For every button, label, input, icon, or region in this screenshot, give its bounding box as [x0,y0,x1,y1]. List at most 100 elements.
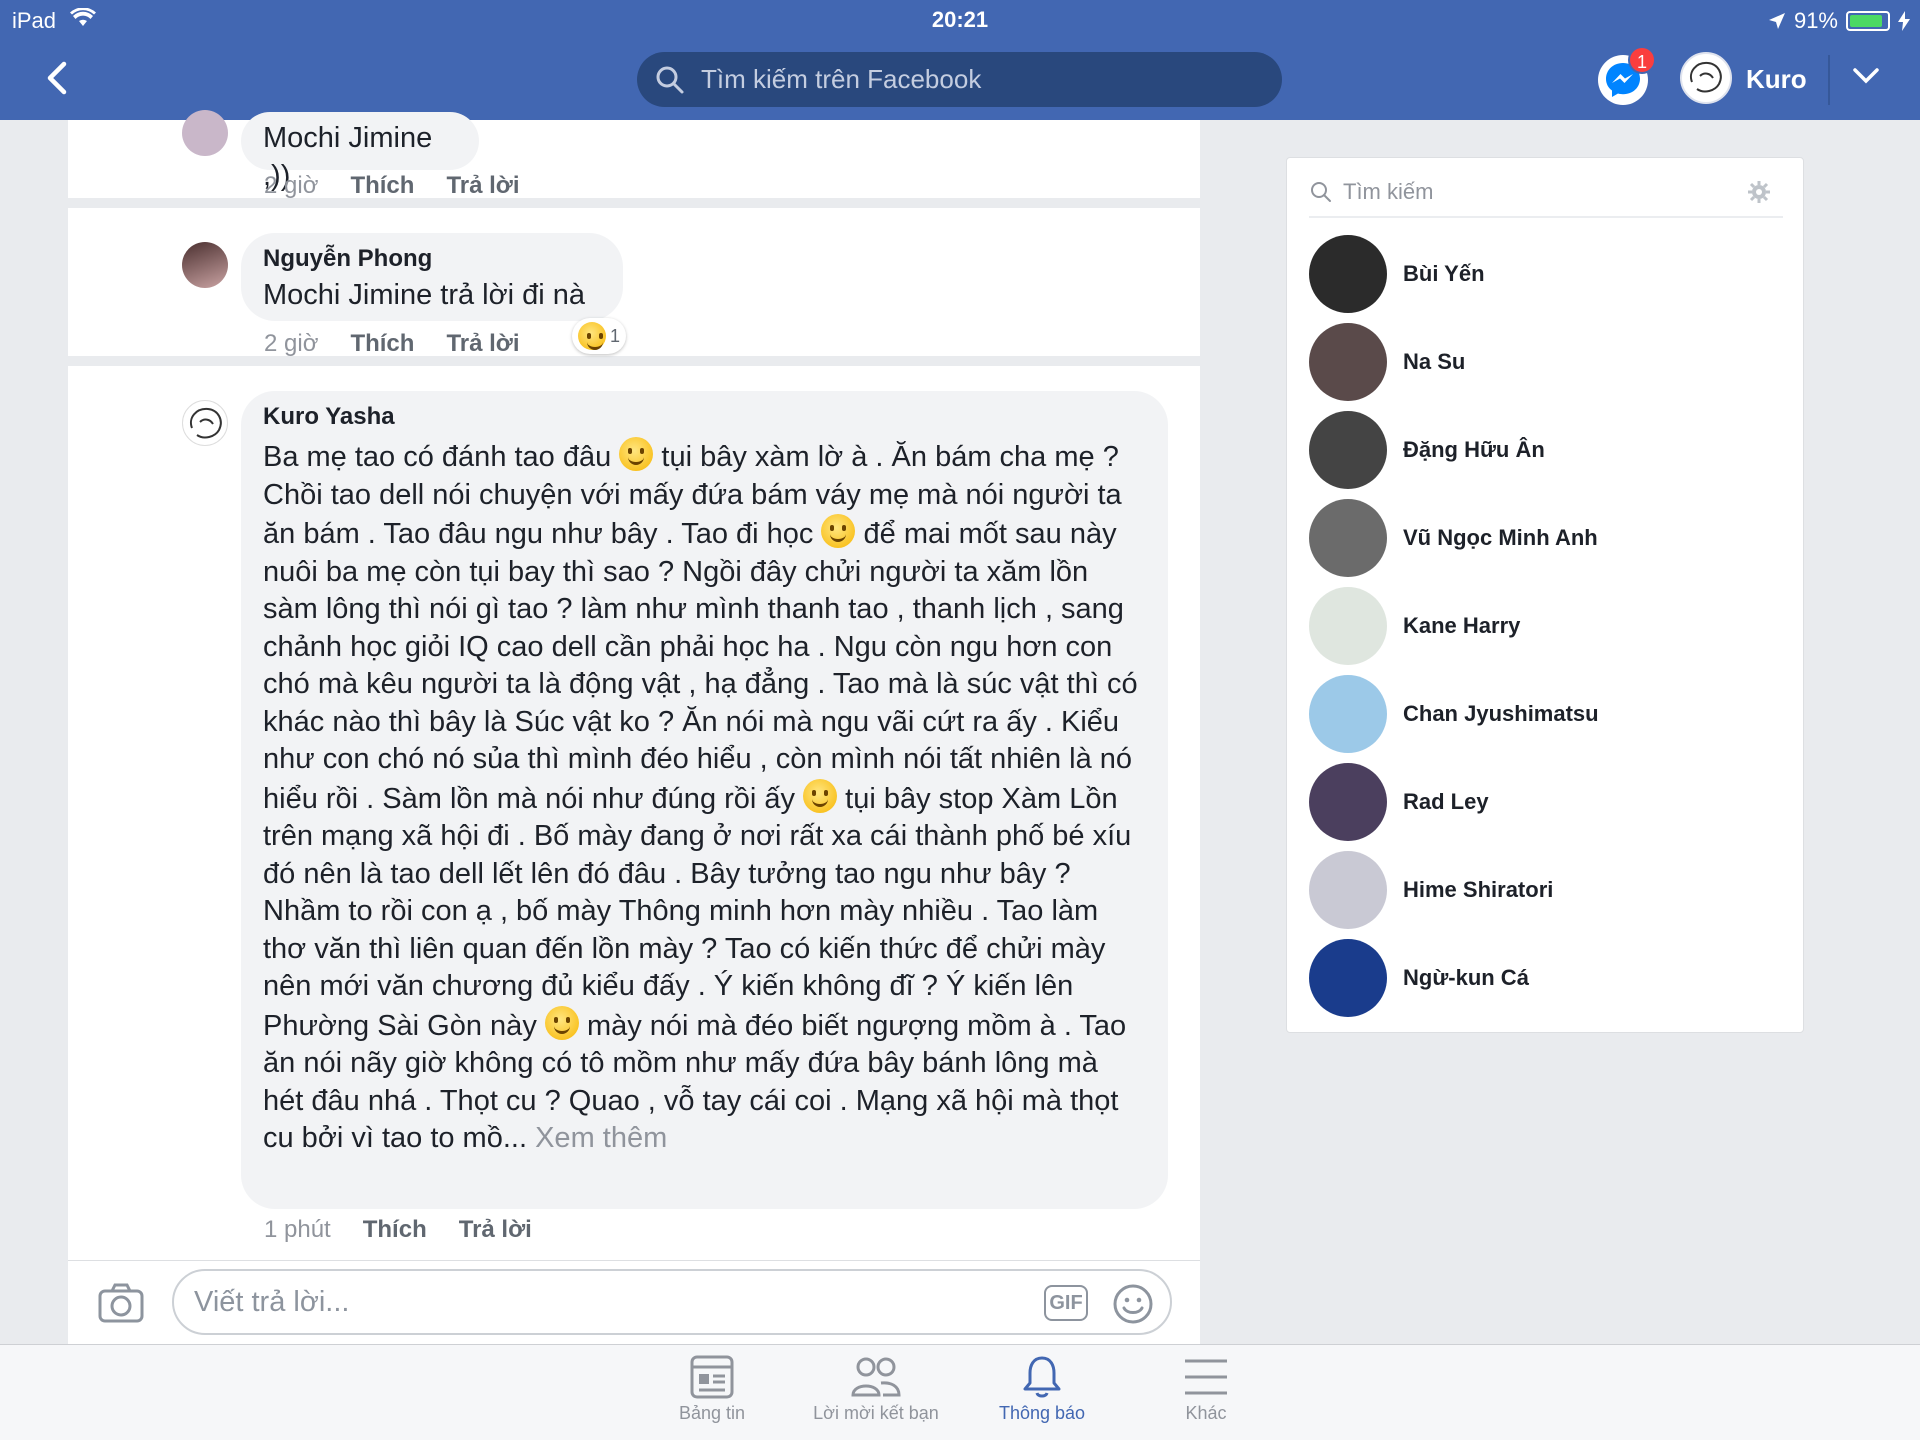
reply-button[interactable]: Trả lời [446,330,519,358]
sketch-avatar-icon [190,407,222,439]
top-navigation-bar: iPad 20:21 91% Tìm kiếm trên Facebook 1 … [0,0,1920,120]
bell-icon [1023,1356,1061,1398]
comment-bubble: Kuro Yasha Ba mẹ tao có đánh tao đâu tụi… [241,391,1168,1209]
settings-button[interactable] [1747,180,1771,209]
comment-text: Mochi Jimine trả lời đi nà [263,279,586,311]
reaction-count[interactable]: 1 [572,318,627,354]
comment-bubble: Mochi Jimine ,)) [241,112,479,192]
like-button[interactable]: Thích [350,172,414,200]
contact-item[interactable]: Chan Jyushimatsu [1309,674,1789,754]
reply-composer: Viết trả lời... GIF [68,1260,1200,1344]
tab-friend-requests[interactable]: Lời mời kết bạn [786,1355,966,1424]
contact-name: Ngừ-kun Cá [1403,965,1529,990]
comment-time: 2 giờ [264,172,319,199]
contact-avatar [1309,235,1387,313]
profile-avatar[interactable] [1680,52,1732,104]
news-feed-icon [690,1355,734,1399]
contact-avatar [1309,675,1387,753]
contact-avatar [1309,763,1387,841]
camera-icon [98,1283,144,1323]
comment-separator [68,198,1200,208]
reply-button[interactable]: Trả lời [459,1216,532,1244]
search-icon [1311,182,1331,202]
contact-item[interactable]: Na Su [1309,322,1789,402]
reaction-number: 1 [610,325,621,346]
commenter-avatar[interactable] [182,242,228,288]
contact-name: Chan Jyushimatsu [1403,701,1599,726]
tab-label: Khác [1185,1403,1227,1423]
smiley-icon [1113,1284,1153,1324]
comment-meta: 1 phút Thích Trả lời [264,1216,532,1244]
reply-input[interactable]: Viết trả lời... [172,1269,1172,1335]
profile-name[interactable]: Kuro [1746,64,1807,95]
search-placeholder: Tìm kiếm trên Facebook [701,64,982,94]
comment-text-part: tụi bây stop Xàm Lồn trên mạng xã hội đi… [263,782,1132,1042]
contact-name: Bùi Yến [1403,261,1485,286]
commenter-avatar[interactable] [182,400,228,446]
comment-time: 2 giờ [264,330,319,357]
contacts-search-placeholder: Tìm kiếm [1343,179,1434,204]
contact-avatar [1309,499,1387,577]
chevron-left-icon [47,61,67,95]
contact-name: Vũ Ngọc Minh Anh [1403,525,1598,550]
see-more-link[interactable]: Xem thêm [535,1122,667,1154]
contact-item[interactable]: Ngừ-kun Cá [1309,938,1789,1018]
smile-emoji-icon [803,778,838,813]
header-divider [1828,55,1830,105]
commenter-name[interactable]: Nguyễn Phong [263,245,601,273]
tab-more[interactable]: Khác [1116,1355,1296,1424]
back-button[interactable] [40,60,76,96]
tab-label: Thông báo [998,1403,1086,1423]
contact-item[interactable]: Rad Ley [1309,762,1789,842]
contact-item[interactable]: Hime Shiratori [1309,850,1789,930]
contact-name: Hime Shiratori [1403,877,1554,902]
contacts-sidebar: Tìm kiếm Bùi Yến Na Su Đặng Hữu Ân Vũ Ng… [1286,157,1804,1033]
clock: 20:21 [931,7,989,32]
search-icon [656,66,684,93]
comment-text: Ba mẹ tao có đánh tao đâu tụi bây xàm lờ… [263,437,1146,1158]
bottom-tab-bar: Bảng tin Lời mời kết bạn Thông báo Khác [0,1344,1920,1440]
contact-avatar [1309,587,1387,665]
smile-emoji-icon [619,437,654,471]
reply-button[interactable]: Trả lời [446,172,519,200]
messenger-badge: 1 [1628,46,1656,74]
like-button[interactable]: Thích [363,1216,427,1244]
contact-name: Kane Harry [1403,613,1521,638]
comment-bubble: Nguyễn Phong Mochi Jimine trả lời đi nà [241,233,623,321]
comment-text-part: để mai mốt sau này nuôi ba mẹ còn tụi ba… [263,518,1138,815]
contact-item[interactable]: Đặng Hữu Ân [1309,410,1789,490]
contact-name: Đặng Hữu Ân [1403,437,1545,462]
camera-button[interactable] [98,1283,144,1328]
comment-meta: 2 giờ Thích Trả lời [264,330,520,358]
friends-icon [851,1357,901,1397]
menu-icon [1185,1359,1227,1395]
comment-time: 1 phút [264,1216,331,1243]
contact-avatar [1309,323,1387,401]
status-right: 91% [1768,8,1910,34]
gif-button[interactable]: GIF [1044,1285,1088,1321]
comment-text-part: Ba mẹ tao có đánh tao đâu [263,441,612,473]
tab-notifications[interactable]: Thông báo [952,1355,1132,1424]
charging-icon [1898,11,1910,31]
contacts-search-input[interactable]: Tìm kiếm [1309,168,1783,218]
facebook-search-input[interactable]: Tìm kiếm trên Facebook [637,52,1282,107]
contact-name: Rad Ley [1403,789,1489,814]
contact-item[interactable]: Bùi Yến [1309,234,1789,314]
location-arrow-icon [1768,13,1785,29]
commenter-name[interactable]: Kuro Yasha [263,403,1146,431]
contact-item[interactable]: Vũ Ngọc Minh Anh [1309,498,1789,578]
contact-avatar [1309,939,1387,1017]
contact-name: Na Su [1403,349,1466,374]
tab-news-feed[interactable]: Bảng tin [622,1355,802,1424]
commenter-avatar[interactable] [182,110,228,156]
sticker-button[interactable] [1112,1283,1154,1330]
like-button[interactable]: Thích [350,330,414,358]
contact-avatar [1309,851,1387,929]
tab-label: Bảng tin [678,1403,746,1423]
contact-item[interactable]: Kane Harry [1309,586,1789,666]
comment-separator [68,356,1200,366]
smile-emoji-icon [544,1005,579,1040]
account-menu-button[interactable] [1852,66,1880,91]
gear-icon [1748,181,1770,203]
battery-icon [1846,11,1890,31]
